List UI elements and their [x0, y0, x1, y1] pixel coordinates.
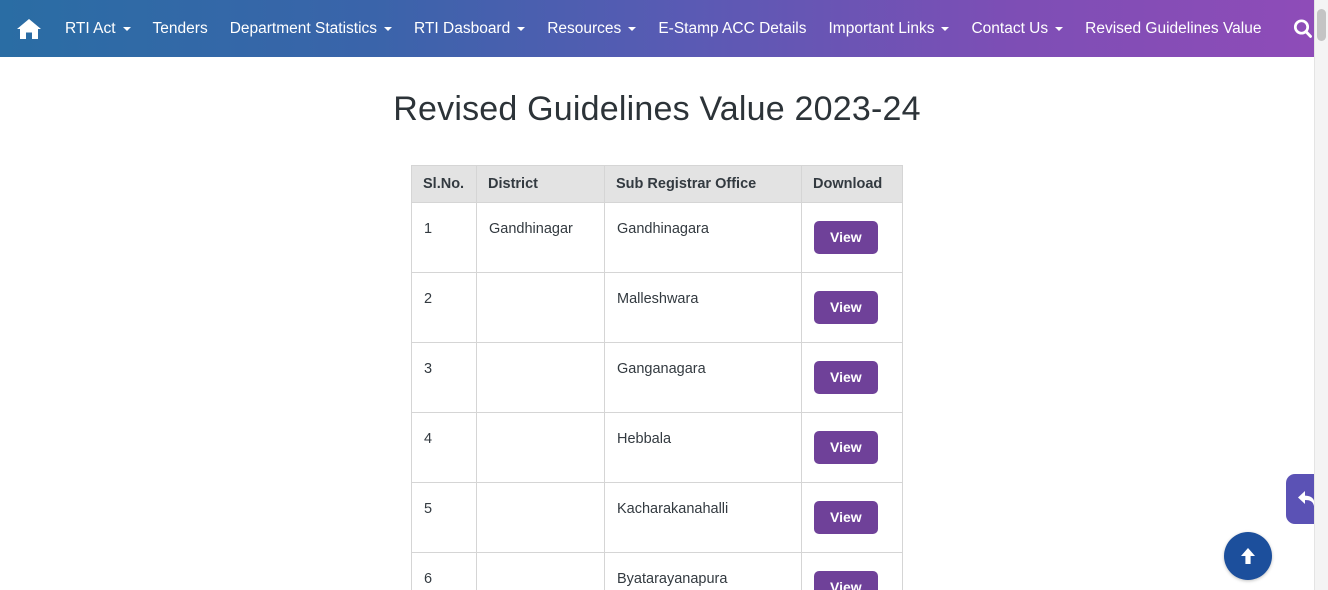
chevron-down-icon [384, 26, 393, 31]
chevron-down-icon [1055, 26, 1064, 31]
column-header-download: Download [801, 165, 903, 203]
page-root: RTI Act Tenders Department Statistics RT… [0, 0, 1328, 590]
nav-item-label: Resources [547, 19, 622, 37]
nav-item-label: Tenders [152, 19, 208, 37]
table-body: 1 Gandhinagar Gandhinagara View 2 Malles… [411, 202, 903, 590]
cell-sub-registrar-office: Hebbala [604, 412, 802, 483]
cell-district [476, 482, 605, 553]
cell-district [476, 272, 605, 343]
cell-district [476, 342, 605, 413]
guidelines-table: Sl.No. District Sub Registrar Office Dow… [411, 165, 903, 590]
table-row: 5 Kacharakanahalli View [411, 482, 903, 553]
nav-item-tenders[interactable]: Tenders [142, 15, 219, 43]
scrollbar-thumb[interactable] [1317, 9, 1326, 41]
nav-item-estamp-acc-details[interactable]: E-Stamp ACC Details [647, 15, 817, 43]
cell-sub-registrar-office: Gandhinagara [604, 202, 802, 273]
nav-item-department-statistics[interactable]: Department Statistics [219, 15, 403, 43]
cell-download: View [801, 272, 903, 343]
view-button[interactable]: View [814, 291, 878, 324]
view-button[interactable]: View [814, 431, 878, 464]
cell-slno: 2 [411, 272, 477, 343]
column-header-sub-registrar-office: Sub Registrar Office [604, 165, 802, 203]
nav-item-resources[interactable]: Resources [536, 15, 647, 43]
cell-download: View [801, 482, 903, 553]
cell-slno: 3 [411, 342, 477, 413]
cell-slno: 4 [411, 412, 477, 483]
column-header-slno: Sl.No. [411, 165, 477, 203]
guidelines-table-container: Sl.No. District Sub Registrar Office Dow… [411, 165, 903, 590]
nav-item-revised-guidelines-value[interactable]: Revised Guidelines Value [1074, 15, 1272, 43]
cell-sub-registrar-office: Kacharakanahalli [604, 482, 802, 553]
view-button[interactable]: View [814, 501, 878, 534]
cell-download: View [801, 552, 903, 590]
table-header-row: Sl.No. District Sub Registrar Office Dow… [411, 165, 903, 203]
view-button[interactable]: View [814, 221, 878, 254]
chevron-down-icon [628, 26, 637, 31]
chevron-down-icon [122, 26, 131, 31]
nav-menu: RTI Act Tenders Department Statistics RT… [54, 15, 1272, 43]
nav-item-label: RTI Dasboard [414, 19, 511, 37]
view-button[interactable]: View [814, 571, 878, 590]
nav-item-label: Revised Guidelines Value [1085, 19, 1262, 37]
table-row: 4 Hebbala View [411, 412, 903, 483]
cell-slno: 1 [411, 202, 477, 273]
arrow-up-icon[interactable] [1224, 532, 1272, 580]
home-icon[interactable] [16, 10, 42, 48]
nav-item-label: E-Stamp ACC Details [658, 19, 807, 37]
cell-sub-registrar-office: Ganganagara [604, 342, 802, 413]
cell-sub-registrar-office: Byatarayanapura [604, 552, 802, 590]
cell-district: Gandhinagar [476, 202, 605, 273]
table-row: 3 Ganganagara View [411, 342, 903, 413]
view-button[interactable]: View [814, 361, 878, 394]
cell-slno: 6 [411, 552, 477, 590]
nav-item-label: RTI Act [65, 19, 116, 37]
table-row: 2 Malleshwara View [411, 272, 903, 343]
nav-item-rti-act[interactable]: RTI Act [54, 15, 142, 43]
main-content: Revised Guidelines Value 2023-24 Sl.No. … [0, 57, 1314, 590]
nav-item-label: Department Statistics [229, 19, 378, 37]
cell-download: View [801, 342, 903, 413]
page-scrollbar[interactable] [1314, 0, 1328, 590]
page-title: Revised Guidelines Value 2023-24 [393, 90, 921, 128]
cell-district [476, 552, 605, 590]
cell-download: View [801, 202, 903, 273]
cell-sub-registrar-office: Malleshwara [604, 272, 802, 343]
nav-item-label: Important Links [828, 19, 935, 37]
table-head: Sl.No. District Sub Registrar Office Dow… [411, 165, 903, 203]
nav-item-important-links[interactable]: Important Links [817, 15, 960, 43]
nav-item-label: Contact Us [971, 19, 1049, 37]
table-row: 6 Byatarayanapura View [411, 552, 903, 590]
column-header-district: District [476, 165, 605, 203]
chevron-down-icon [941, 26, 950, 31]
table-row: 1 Gandhinagar Gandhinagara View [411, 202, 903, 273]
nav-item-rti-dashboard[interactable]: RTI Dasboard [403, 15, 536, 43]
nav-item-contact-us[interactable]: Contact Us [960, 15, 1074, 43]
main-navbar: RTI Act Tenders Department Statistics RT… [0, 0, 1328, 57]
chevron-down-icon [517, 26, 526, 31]
cell-download: View [801, 412, 903, 483]
cell-slno: 5 [411, 482, 477, 553]
cell-district [476, 412, 605, 483]
